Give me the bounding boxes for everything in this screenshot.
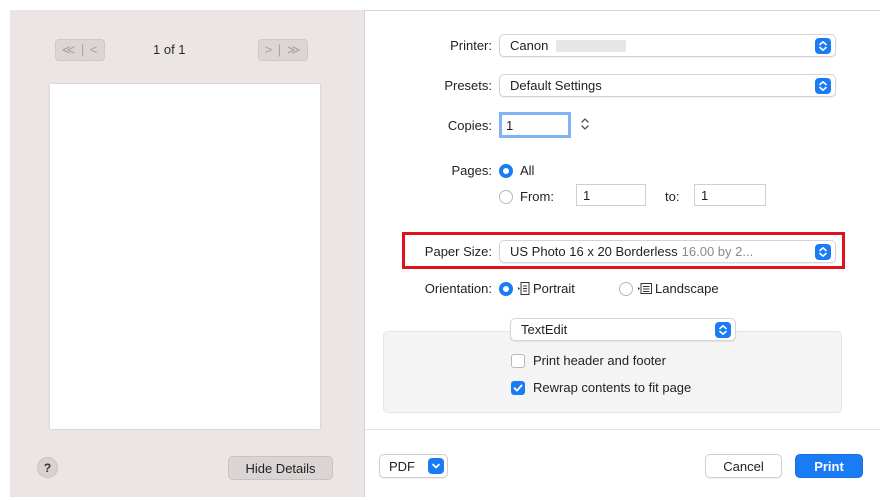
paper-size-label: Paper Size: [424, 244, 492, 259]
print-header-footer-label: Print header and footer [533, 353, 666, 368]
checkmark-icon [513, 384, 523, 392]
pdf-menu-button[interactable]: PDF [379, 454, 448, 478]
hide-details-button[interactable]: Hide Details [228, 456, 333, 480]
copies-label: Copies: [447, 118, 492, 133]
app-section-popup[interactable]: TextEdit [510, 318, 736, 341]
landscape-icon [638, 283, 652, 294]
copies-stepper[interactable] [578, 113, 592, 135]
paper-size-dimensions: 16.00 by 2... [681, 244, 754, 259]
orientation-portrait-radio[interactable] [499, 282, 513, 296]
pages-to-label: to: [665, 189, 680, 204]
pdf-label: PDF [389, 458, 415, 474]
chevron-updown-icon [815, 78, 831, 94]
chevron-updown-icon [815, 38, 831, 54]
orientation-landscape: Landscape [638, 281, 719, 296]
chevron-updown-icon [815, 244, 831, 260]
help-button[interactable]: ? [37, 457, 58, 478]
print-header-footer-checkbox[interactable] [511, 354, 525, 368]
pages-all-radio[interactable] [499, 164, 513, 178]
page-count: 1 of 1 [153, 42, 186, 57]
portrait-icon [518, 282, 530, 295]
copies-field[interactable]: 1 [499, 112, 571, 138]
pages-from-label: From: [520, 189, 554, 204]
chevron-updown-icon [715, 322, 731, 338]
orientation-landscape-radio[interactable] [619, 282, 633, 296]
app-section-value: TextEdit [521, 322, 568, 337]
pages-from-radio[interactable] [499, 190, 513, 204]
pages-to-field[interactable]: 1 [694, 184, 766, 206]
printer-popup[interactable]: Canon [499, 34, 836, 57]
app-options-group [383, 331, 842, 413]
rewrap-checkbox[interactable] [511, 381, 525, 395]
presets-popup[interactable]: Default Settings [499, 74, 836, 97]
presets-value: Default Settings [510, 78, 602, 93]
preview-pane: ≪ | < 1 of 1 > | ≫ ? Hide Details [10, 10, 365, 497]
cancel-button[interactable]: Cancel [705, 454, 782, 478]
printer-value: Canon [510, 38, 549, 53]
print-button[interactable]: Print [795, 454, 863, 478]
orientation-label: Orientation: [424, 281, 492, 296]
page-preview [50, 84, 320, 429]
footer-separator [365, 429, 880, 430]
orientation-portrait: Portrait [518, 281, 575, 296]
chevron-down-icon [428, 458, 444, 474]
next-page-button[interactable]: > | ≫ [258, 39, 308, 61]
pages-all-label: All [520, 163, 535, 178]
printer-label: Printer: [450, 38, 492, 53]
paper-size-popup[interactable]: US Photo 16 x 20 Borderless 16.00 by 2..… [499, 240, 836, 263]
paper-size-value: US Photo 16 x 20 Borderless [510, 244, 678, 259]
landscape-label: Landscape [655, 281, 719, 296]
portrait-label: Portrait [533, 281, 575, 296]
previous-page-button[interactable]: ≪ | < [55, 39, 105, 61]
rewrap-label: Rewrap contents to fit page [533, 380, 692, 395]
stepper-arrows-icon [581, 118, 589, 130]
pages-from-field[interactable]: 1 [576, 184, 646, 206]
pages-label: Pages: [451, 163, 492, 178]
presets-label: Presets: [444, 78, 492, 93]
redacted-model [556, 39, 627, 52]
